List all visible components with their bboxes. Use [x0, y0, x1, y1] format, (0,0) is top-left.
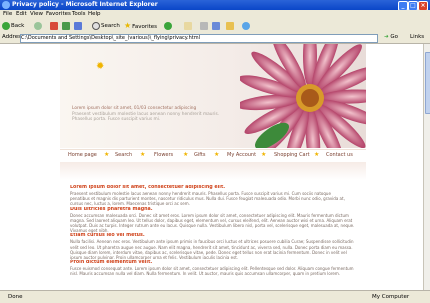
- star-icon: ★: [261, 151, 267, 158]
- home-button[interactable]: [74, 21, 83, 31]
- go-button[interactable]: ➜ Go: [384, 34, 398, 40]
- mail-button[interactable]: [184, 21, 193, 31]
- mail-icon: [184, 21, 192, 30]
- vertical-scrollbar[interactable]: [423, 44, 430, 290]
- discuss-button[interactable]: [226, 21, 235, 31]
- edit-button[interactable]: [212, 21, 221, 31]
- star-icon: ★: [140, 151, 146, 158]
- back-button[interactable]: Back: [2, 21, 24, 31]
- decorative-band: [60, 162, 366, 180]
- title-bar: Privacy policy - Microsoft Internet Expl…: [0, 0, 430, 11]
- site-nav: Home page ★ Search ★ Flowers ★ Gifts ★ M…: [60, 149, 366, 163]
- search-icon: [92, 21, 100, 30]
- ie-logo-icon: [2, 1, 10, 9]
- search-button[interactable]: Search: [92, 21, 120, 31]
- go-arrow-icon: ➜: [384, 34, 389, 40]
- print-button[interactable]: [200, 21, 209, 31]
- browser-viewport: ✹ Lorem ipsum dolor sit amet, 01/03 cons…: [0, 44, 423, 290]
- status-text: Done: [8, 294, 23, 300]
- messenger-icon: [242, 21, 250, 30]
- security-zone: My Computer: [372, 294, 410, 300]
- nav-home-page[interactable]: Home page: [68, 152, 97, 158]
- favorites-button[interactable]: ★Favorites: [124, 21, 157, 31]
- nav-shopping-cart[interactable]: Shopping Cart: [274, 152, 310, 158]
- menu-help[interactable]: Help: [88, 11, 101, 17]
- forward-arrow-icon: [34, 21, 42, 30]
- status-bar: Done My Computer: [0, 290, 430, 303]
- menu-tools[interactable]: Tools: [72, 11, 86, 17]
- nav-flowers[interactable]: Flowers: [154, 152, 173, 158]
- sun-logo-icon: ✹: [96, 61, 105, 72]
- back-arrow-icon: [2, 21, 10, 30]
- web-page: ✹ Lorem ipsum dolor sit amet, 01/03 cons…: [60, 44, 366, 290]
- messenger-button[interactable]: [242, 21, 251, 31]
- menu-edit[interactable]: Edit: [16, 11, 27, 17]
- nav-contact-us[interactable]: Contact us: [326, 152, 353, 158]
- section-line: nisl. Mauris accumsan nulla vel diam. Nu…: [70, 271, 341, 277]
- star-icon: ★: [214, 151, 220, 158]
- nav-search[interactable]: Search: [115, 152, 132, 158]
- star-icon: ★: [104, 151, 110, 158]
- forward-button[interactable]: [34, 21, 43, 31]
- stop-icon: [50, 21, 58, 30]
- stop-button[interactable]: [50, 21, 59, 31]
- address-bar: Address C:\Documents and Settings\Deskto…: [0, 33, 430, 44]
- scrollbar-thumb[interactable]: [425, 52, 430, 114]
- nav-my-account[interactable]: My Account: [227, 152, 256, 158]
- policy-content: Lorem ipsum dolor sit amet, consectetuer…: [70, 185, 360, 277]
- header-text: Lorem ipsum dolor sit amet, 01/03 consec…: [72, 106, 232, 123]
- star-icon: ★: [183, 151, 189, 158]
- edit-icon: [212, 21, 220, 30]
- menu-view[interactable]: View: [30, 11, 43, 17]
- star-icon: ★: [314, 151, 320, 158]
- section-line: volutpat. Duis ac turpis. Integer rutrum…: [70, 223, 355, 229]
- menu-file[interactable]: File: [3, 11, 12, 17]
- folder-icon: [226, 21, 234, 30]
- favorites-star-icon: ★: [124, 21, 132, 30]
- page-header: ✹ Lorem ipsum dolor sit amet, 01/03 cons…: [60, 44, 366, 148]
- header-line: Phasellus porta. Fusce suscipit varius m…: [72, 117, 161, 122]
- flower-image: [240, 44, 366, 148]
- section-line: Nulla facilisi. Aenean nec eros. Vestibu…: [70, 239, 354, 245]
- window-title: Privacy policy - Microsoft Internet Expl…: [12, 1, 158, 8]
- home-icon: [74, 21, 82, 30]
- print-icon: [200, 21, 208, 30]
- history-icon: [164, 21, 172, 30]
- menu-favorites[interactable]: Favorites: [46, 11, 71, 17]
- address-input[interactable]: C:\Documents and Settings\Desktop\_site_…: [20, 34, 378, 43]
- history-button[interactable]: [164, 21, 173, 31]
- refresh-button[interactable]: [62, 21, 71, 31]
- toolbar: Back Search ★Favorites: [0, 19, 430, 34]
- refresh-icon: [62, 21, 70, 30]
- nav-gifts[interactable]: Gifts: [194, 152, 206, 158]
- links-button[interactable]: Links: [410, 34, 424, 40]
